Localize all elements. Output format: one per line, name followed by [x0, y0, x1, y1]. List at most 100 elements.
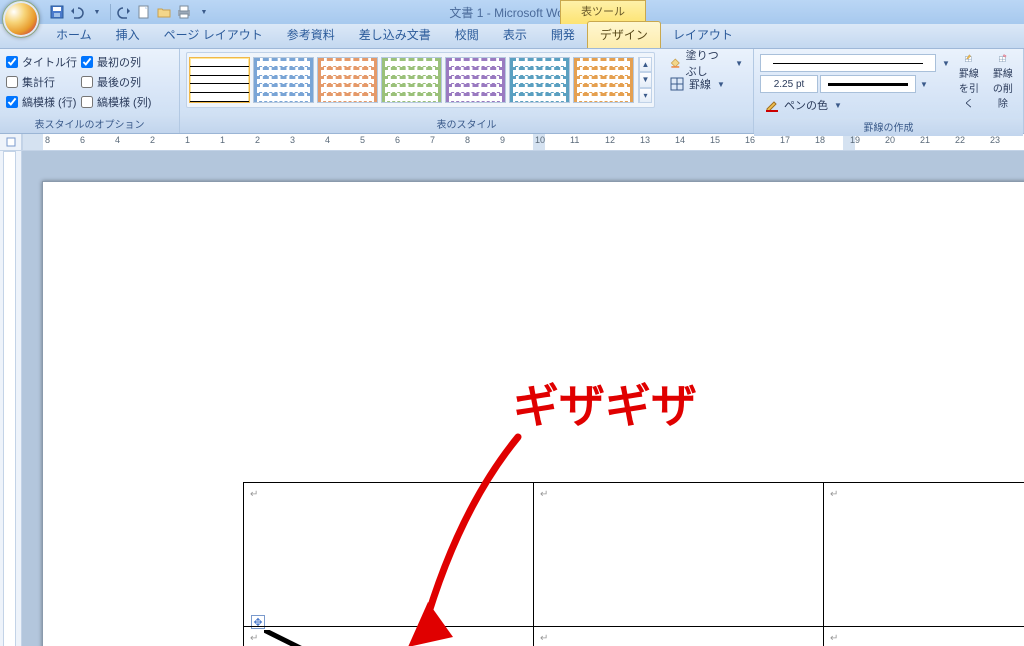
pen-color-button[interactable]: ペンの色▼ — [760, 95, 950, 115]
ruler-tick: 20 — [885, 135, 895, 145]
ruler-tick: 7 — [430, 135, 435, 145]
group-title-table-styles: 表のスタイル — [180, 115, 753, 133]
shading-button[interactable]: 塗りつぶし▼ — [665, 53, 747, 73]
new-doc-icon[interactable] — [135, 3, 153, 21]
ruler-tick: 17 — [780, 135, 790, 145]
group-title-style-options: 表スタイルのオプション — [0, 115, 179, 133]
ruler-tick: 23 — [990, 135, 1000, 145]
ruler-tick: 3 — [290, 135, 295, 145]
ruler-tick: 4 — [325, 135, 330, 145]
table-style-thumb[interactable] — [509, 57, 570, 103]
pen-width-dropdown[interactable]: 2.25 pt ▼ — [760, 74, 950, 94]
paragraph-mark-icon: ↵ — [540, 633, 548, 644]
chk-banded-cols[interactable]: 縞模様 (列) — [81, 94, 151, 110]
ruler-tick: 18 — [815, 135, 825, 145]
group-style-options: タイトル行 集計行 縞模様 (行) 最初の列 最後の列 縞模様 (列) 表スタイ… — [0, 49, 180, 133]
horizontal-ruler[interactable]: 8642112345678910111213141516171819202122… — [22, 134, 1024, 150]
tab-developer[interactable]: 開発 — [539, 22, 587, 48]
redo-icon[interactable] — [115, 3, 133, 21]
chk-last-col[interactable]: 最後の列 — [81, 74, 151, 90]
draw-table-button[interactable]: 罫線を引く — [954, 52, 984, 112]
tab-design[interactable]: デザイン — [587, 21, 661, 48]
save-icon[interactable] — [48, 3, 66, 21]
tab-pagelayout[interactable]: ページ レイアウト — [152, 22, 275, 48]
eraser-button[interactable]: 罫線の削除 — [988, 52, 1018, 112]
tab-review[interactable]: 校閲 — [443, 22, 491, 48]
tab-insert[interactable]: 挿入 — [104, 22, 152, 48]
ruler-tick: 9 — [500, 135, 505, 145]
ruler-tick: 16 — [745, 135, 755, 145]
chk-total-row[interactable]: 集計行 — [6, 74, 77, 90]
ruler-tick: 10 — [535, 135, 545, 145]
tab-mailings[interactable]: 差し込み文書 — [347, 22, 443, 48]
ruler-tick: 14 — [675, 135, 685, 145]
ruler-tick: 21 — [920, 135, 930, 145]
tab-layout[interactable]: レイアウト — [661, 22, 745, 48]
chk-header-row[interactable]: タイトル行 — [6, 54, 77, 70]
borders-icon — [669, 76, 685, 92]
group-table-styles: ▲ ▼ ▾ 塗りつぶし▼ 罫線▼ 表のスタイル — [180, 49, 754, 133]
table-cell[interactable]: ↵ — [244, 627, 534, 646]
line-weight-icon — [820, 75, 916, 93]
ribbon-tabs: ホーム 挿入 ページ レイアウト 参考資料 差し込み文書 校閲 表示 開発 デザ… — [0, 24, 1024, 49]
table-style-thumb[interactable] — [189, 57, 250, 103]
gallery-down-icon[interactable]: ▼ — [639, 72, 652, 87]
ruler-tick: 1 — [185, 135, 190, 145]
titlebar: ▼ ▼ 文書 1 - Microsoft Word 表ツール — [0, 0, 1024, 24]
pen-style-dropdown[interactable]: ▼ — [760, 53, 950, 73]
ruler-tick: 2 — [150, 135, 155, 145]
table-cell[interactable]: ↵ — [824, 483, 1024, 627]
tab-view[interactable]: 表示 — [491, 22, 539, 48]
quick-access-toolbar: ▼ ▼ — [48, 3, 213, 21]
table-style-thumb[interactable] — [317, 57, 378, 103]
ruler-row: 8642112345678910111213141516171819202122… — [0, 134, 1024, 151]
ruler-tick: 12 — [605, 135, 615, 145]
workarea: ✥ ↵ ↵ ↵ ↵ ↵ ↵ ギザギザ — [0, 151, 1024, 646]
paragraph-mark-icon: ↵ — [540, 489, 548, 500]
gallery-scroll: ▲ ▼ ▾ — [638, 57, 652, 103]
office-button[interactable] — [2, 0, 40, 38]
ruler-tick: 19 — [850, 135, 860, 145]
table-style-thumb[interactable] — [445, 57, 506, 103]
paragraph-mark-icon: ↵ — [830, 489, 838, 500]
table[interactable]: ↵ ↵ ↵ ↵ ↵ ↵ — [243, 482, 1024, 646]
qat-more-icon[interactable]: ▼ — [88, 3, 106, 21]
ruler-tick: 8 — [45, 135, 50, 145]
pen-width-value: 2.25 pt — [760, 75, 818, 93]
ruler-tick: 5 — [360, 135, 365, 145]
print-icon[interactable] — [175, 3, 193, 21]
table-cell[interactable]: ↵ — [534, 483, 824, 627]
table-style-thumb[interactable] — [381, 57, 442, 103]
qat-customize-icon[interactable]: ▼ — [195, 3, 213, 21]
ruler-tick: 6 — [80, 135, 85, 145]
table-style-thumb[interactable] — [253, 57, 314, 103]
paragraph-mark-icon: ↵ — [250, 489, 258, 500]
pen-icon — [764, 97, 780, 113]
borders-button[interactable]: 罫線▼ — [665, 74, 747, 94]
line-style-icon — [760, 54, 936, 72]
chk-first-col[interactable]: 最初の列 — [81, 54, 151, 70]
bucket-icon — [669, 55, 682, 71]
tab-references[interactable]: 参考資料 — [275, 22, 347, 48]
undo-icon[interactable] — [68, 3, 86, 21]
group-title-draw-borders: 罫線の作成 — [754, 118, 1023, 136]
gallery-up-icon[interactable]: ▲ — [639, 57, 652, 72]
table-style-thumb[interactable] — [573, 57, 634, 103]
chk-banded-rows[interactable]: 縞模様 (行) — [6, 94, 77, 110]
document-viewport[interactable]: ✥ ↵ ↵ ↵ ↵ ↵ ↵ ギザギザ — [22, 151, 1024, 646]
gallery-more-icon[interactable]: ▾ — [639, 88, 652, 103]
table-style-gallery[interactable]: ▲ ▼ ▾ — [186, 52, 655, 108]
table-cell[interactable]: ↵ — [244, 483, 534, 627]
table-cell[interactable]: ↵ — [824, 627, 1024, 646]
ribbon: タイトル行 集計行 縞模様 (行) 最初の列 最後の列 縞模様 (列) 表スタイ… — [0, 49, 1024, 134]
ruler-tick: 13 — [640, 135, 650, 145]
table-cell[interactable]: ↵ — [534, 627, 824, 646]
ruler-corner-icon[interactable] — [0, 134, 22, 150]
eraser-icon — [990, 54, 1016, 63]
ruler-tick: 11 — [570, 135, 579, 145]
tab-home[interactable]: ホーム — [44, 22, 104, 48]
paragraph-mark-icon: ↵ — [830, 633, 838, 644]
open-icon[interactable] — [155, 3, 173, 21]
vertical-ruler[interactable] — [0, 151, 22, 646]
page: ✥ ↵ ↵ ↵ ↵ ↵ ↵ ギザギザ — [42, 181, 1024, 646]
